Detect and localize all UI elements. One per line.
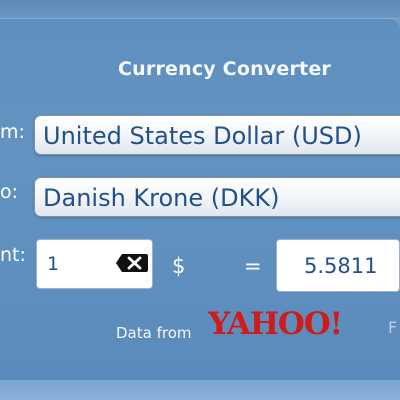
amount-value: 1 [47,253,60,275]
app-title: Currency Converter [118,58,331,80]
window-top-strip [0,0,400,19]
from-label: m: [0,121,25,143]
bottom-strip [0,380,400,400]
from-currency-select[interactable]: United States Dollar (USD) [34,115,400,155]
from-currency-value: United States Dollar (USD) [43,122,362,150]
currency-symbol: $ [172,254,186,278]
yahoo-logo[interactable]: YAHOO! [206,303,386,345]
equals-sign: = [244,254,262,278]
to-label: o: [0,181,19,203]
amount-label: nt: [0,244,26,266]
svg-text:YAHOO!: YAHOO! [207,306,342,342]
to-currency-select[interactable]: Danish Krone (DKK) [34,177,400,217]
result-display: 5.5811 [276,239,400,292]
result-value: 5.5811 [304,254,378,278]
clear-input-icon[interactable] [115,252,149,274]
currency-converter-widget: Currency Converter m: United States Doll… [0,0,400,400]
data-source-label: Data from [116,324,192,342]
to-currency-value: Danish Krone (DKK) [43,184,280,212]
truncated-text-fragment: F [388,318,398,337]
